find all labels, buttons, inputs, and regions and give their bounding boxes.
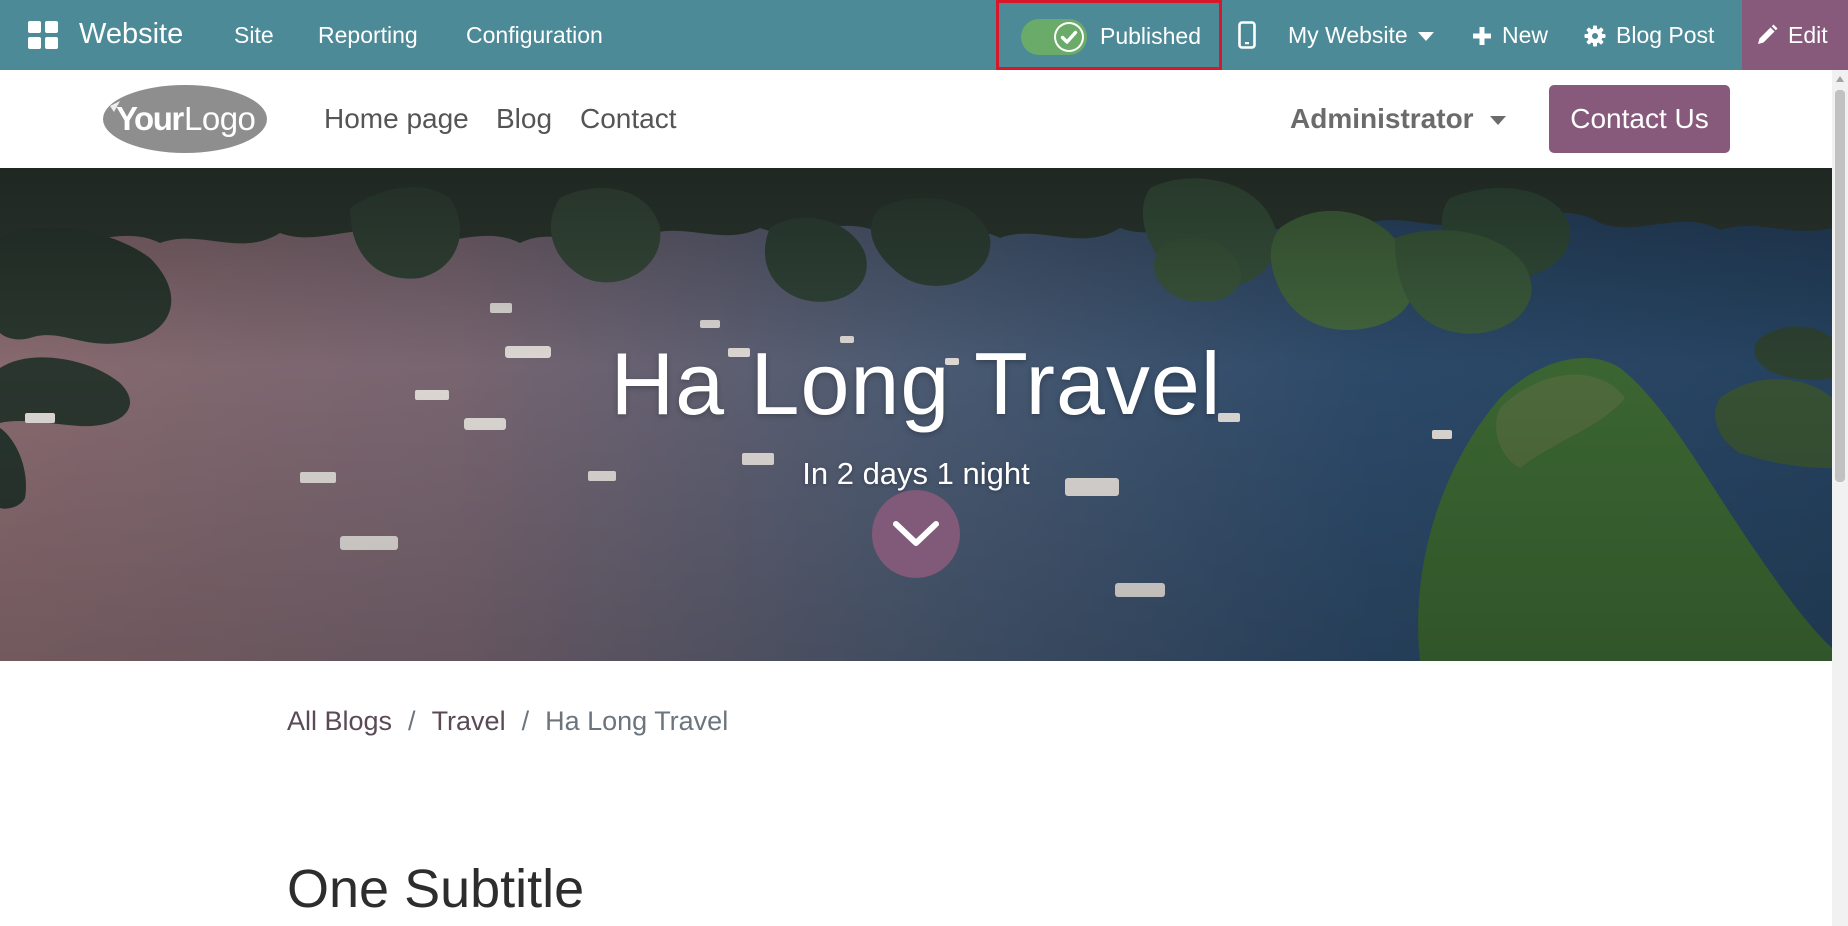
website-header: Your Logo Home page Blog Contact Adminis…	[0, 70, 1832, 168]
publish-toggle-highlighted[interactable]: Published	[996, 0, 1222, 70]
chevron-down-icon	[893, 521, 939, 546]
website-switcher-label: My Website	[1288, 22, 1408, 48]
caret-down-icon	[1417, 32, 1434, 42]
your-logo[interactable]: Your Logo	[102, 84, 268, 154]
hero-subtitle: In 2 days 1 night	[802, 456, 1030, 491]
breadcrumb: All Blogs / Travel / Ha Long Travel	[287, 706, 728, 737]
blog-post-label: Blog Post	[1616, 22, 1715, 48]
publish-label: Published	[1100, 23, 1202, 49]
app-title[interactable]: Website	[79, 18, 183, 51]
pencil-icon	[1758, 24, 1778, 44]
hero-title: Ha Long Travel	[610, 334, 1222, 433]
scroll-down-button[interactable]	[872, 490, 960, 578]
svg-text:Logo: Logo	[184, 100, 255, 137]
svg-text:Your: Your	[116, 100, 184, 137]
menu-reporting[interactable]: Reporting	[318, 22, 418, 49]
caret-down-icon	[1489, 116, 1506, 126]
breadcrumb-current: Ha Long Travel	[545, 706, 729, 736]
blog-cover-hero: Ha Long Travel In 2 days 1 night	[0, 168, 1832, 661]
scroll-up-arrow-icon[interactable]	[1836, 76, 1844, 82]
toggle-knob	[1054, 22, 1084, 52]
blog-post-settings-button[interactable]: Blog Post	[1584, 22, 1714, 49]
menu-site[interactable]: Site	[234, 22, 274, 49]
gear-icon	[1584, 25, 1606, 46]
page-scrollbar[interactable]	[1832, 70, 1848, 926]
nav-blog[interactable]: Blog	[496, 103, 552, 135]
user-menu-administrator[interactable]: Administrator	[1290, 103, 1506, 135]
menu-configuration[interactable]: Configuration	[466, 22, 603, 49]
scrollbar-thumb[interactable]	[1835, 90, 1845, 482]
breadcrumb-all-blogs[interactable]: All Blogs	[287, 706, 392, 737]
apps-grid-icon[interactable]	[28, 21, 58, 49]
content-subtitle: One Subtitle	[287, 859, 585, 919]
new-button-label: New	[1502, 22, 1549, 48]
edit-button-label: Edit	[1788, 21, 1828, 48]
admin-navbar: Website Site Reporting Configuration Pub…	[0, 0, 1848, 70]
mobile-preview-icon[interactable]	[1238, 21, 1256, 49]
new-button[interactable]: New	[1472, 22, 1548, 49]
nav-home-page[interactable]: Home page	[324, 103, 469, 135]
publish-toggle[interactable]	[1021, 19, 1087, 55]
user-menu-label: Administrator	[1290, 103, 1474, 134]
edit-button[interactable]: Edit	[1742, 0, 1848, 70]
breadcrumb-separator: /	[408, 706, 416, 736]
breadcrumb-travel[interactable]: Travel	[432, 706, 506, 737]
contact-us-button[interactable]: Contact Us	[1549, 85, 1730, 153]
check-icon	[1056, 24, 1082, 50]
website-switcher[interactable]: My Website	[1288, 22, 1434, 49]
breadcrumb-separator: /	[521, 706, 530, 736]
plus-icon	[1473, 26, 1491, 45]
nav-contact[interactable]: Contact	[580, 103, 677, 135]
